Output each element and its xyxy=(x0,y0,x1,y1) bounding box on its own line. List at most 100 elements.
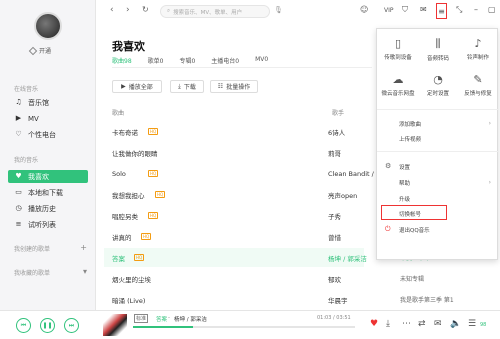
group-collected-playlists: 我收藏的歌单 xyxy=(14,270,51,277)
menu-grid-label: 音频转码 xyxy=(426,56,449,62)
song-artist[interactable]: 6诗人 xyxy=(328,127,345,137)
menu-timer[interactable]: ◔ 定时设置 xyxy=(421,73,455,97)
sidebar-item-label: 本地和下载 xyxy=(28,188,63,197)
minimize-icon[interactable]: – xyxy=(474,5,478,14)
song-artist[interactable]: 华晨宇 xyxy=(328,295,348,305)
progress-bar[interactable] xyxy=(133,326,355,328)
microphone-icon[interactable]: 🎙 xyxy=(274,6,283,14)
sidebar-item-mv[interactable]: ▶ MV xyxy=(8,112,88,125)
back-icon[interactable]: ‹ xyxy=(110,5,114,15)
column-artist[interactable]: 歌手 xyxy=(332,108,344,117)
sidebar-item-radio[interactable]: ♡ 个性电台 xyxy=(8,128,88,141)
song-album[interactable]: 未知专辑 xyxy=(400,274,424,283)
now-playing-artist[interactable]: 杨坤 / 郭采洁 xyxy=(174,315,207,323)
table-row[interactable]: 我想我担心 HQ 亮声open xyxy=(104,185,364,204)
sidebar-item-local-download[interactable]: ▭ 本地和下载 xyxy=(8,186,88,199)
table-row[interactable]: 唱腔另类 HQ 子秀 xyxy=(104,206,364,225)
play-all-button[interactable]: ▶ 播放全部 xyxy=(112,80,162,93)
main-menu-icon[interactable]: ≡ xyxy=(436,3,447,19)
phone-icon: ▯ xyxy=(394,37,402,50)
pause-button[interactable]: ❚❚ xyxy=(40,318,55,333)
menu-upgrade[interactable]: 升级 xyxy=(399,195,410,203)
qq-music-window: 开通 在线音乐 ♫ 音乐馆 ▶ MV ♡ 个性电台 我的音乐 ♥ 我喜欢 ▭ 本… xyxy=(0,0,500,339)
song-artist[interactable]: 莉哥 xyxy=(328,148,341,158)
refresh-icon[interactable]: ↻ xyxy=(142,5,149,14)
group-created-playlists: 我创建的歌单 xyxy=(14,246,51,253)
song-artist[interactable]: 杨坤 / 郭采洁 xyxy=(328,253,367,263)
expand-icon[interactable]: ▾ xyxy=(83,267,87,276)
menu-settings[interactable]: 设置 xyxy=(399,163,410,171)
menu-switch-account[interactable]: 切换帐号 xyxy=(399,210,421,218)
volume-icon[interactable]: 🔈 xyxy=(450,319,461,329)
mini-mode-icon[interactable]: ⤡ xyxy=(456,5,462,15)
hq-badge: HQ xyxy=(148,128,159,135)
column-song[interactable]: 歌曲 xyxy=(112,108,124,117)
power-icon: ⏻ xyxy=(385,225,391,233)
shirt-icon[interactable]: ⛉ xyxy=(402,5,408,15)
menu-upload-video[interactable]: 上传视频 xyxy=(399,135,421,143)
sidebar-item-history[interactable]: ◷ 播放历史 xyxy=(8,202,88,215)
add-playlist-icon[interactable]: + xyxy=(80,243,87,252)
download-button[interactable]: ⤓ 下载 xyxy=(170,80,204,93)
menu-transfer-device[interactable]: ▯ 传歌到设备 xyxy=(381,37,415,61)
quality-tag[interactable]: 标准 xyxy=(134,314,149,323)
sidebar-item-trial-list[interactable]: ≡ 试听列表 xyxy=(8,218,88,231)
batch-button[interactable]: ☷ 批量操作 xyxy=(210,80,258,93)
sidebar: 开通 在线音乐 ♫ 音乐馆 ▶ MV ♡ 个性电台 我的音乐 ♥ 我喜欢 ▭ 本… xyxy=(0,0,96,310)
playlist-count: 98 xyxy=(480,322,487,328)
song-title: 我想我担心 xyxy=(112,191,145,200)
menu-help[interactable]: 帮助 xyxy=(399,179,410,187)
table-row[interactable]: 烟火里的尘埃 郁欢 未知专辑 xyxy=(104,269,424,288)
menu-feedback[interactable]: ✎ 反馈与修复 xyxy=(461,73,495,97)
loop-icon[interactable]: ⇄ xyxy=(418,319,426,329)
computer-icon: ▭ xyxy=(15,188,22,196)
vip-open-link[interactable]: 开通 xyxy=(28,46,51,55)
playlist-icon[interactable]: ☰ xyxy=(468,319,476,329)
forward-icon[interactable]: › xyxy=(126,5,130,15)
cloud-icon: ☁ xyxy=(392,73,404,86)
clock-icon: ◔ xyxy=(433,73,443,86)
mail-icon[interactable]: ✉ xyxy=(420,5,427,14)
next-button[interactable]: ⏭ xyxy=(64,318,79,333)
menu-add-song[interactable]: 添加歌曲 xyxy=(399,120,421,128)
previous-button[interactable]: ⏮ xyxy=(16,318,31,333)
song-artist[interactable]: 亮声open xyxy=(328,190,357,200)
song-artist[interactable]: 子秀 xyxy=(328,211,341,221)
song-title: 答案 xyxy=(112,254,125,263)
search-input[interactable]: ⌕ 搜索音乐、MV、歌单、用户 xyxy=(160,5,270,18)
vip-link[interactable]: VIP xyxy=(384,7,394,14)
avatar[interactable] xyxy=(34,12,62,40)
now-playing-song[interactable]: 答案 xyxy=(156,315,167,323)
menu-ringtone[interactable]: ♪ 铃声制作 xyxy=(461,37,495,61)
sidebar-item-favorites[interactable]: ♥ 我喜欢 xyxy=(8,170,88,183)
table-row[interactable]: 卡布奇诺 HQ 6诗人 xyxy=(104,122,364,141)
music-hall-icon: ♫ xyxy=(15,98,22,106)
table-row[interactable]: Solo HQ Clean Bandit / Dem xyxy=(104,164,391,183)
menu-grid-label: 反馈与修复 xyxy=(464,91,492,97)
menu-divider xyxy=(377,109,499,110)
sidebar-item-label: 音乐馆 xyxy=(28,98,49,107)
song-artist[interactable]: 郁欢 xyxy=(328,274,341,284)
heart-icon[interactable]: ♥ xyxy=(370,319,378,329)
play-all-label: 播放全部 xyxy=(128,84,153,91)
table-row[interactable]: 答案HQ杨坤 / 郭采洁牛皮二十年 xyxy=(104,248,430,267)
download-icon[interactable]: ⤓ xyxy=(386,319,390,329)
skin-icon[interactable]: ☺ xyxy=(360,5,368,14)
maximize-icon[interactable]: ▢ xyxy=(488,5,496,14)
sidebar-item-label: 个性电台 xyxy=(28,130,56,139)
more-icon[interactable]: ⋯ xyxy=(402,319,411,329)
table-row[interactable]: 讲真的HQ曾惜讲真的 xyxy=(104,227,418,246)
table-row[interactable]: 暗涌 (Live) 华晨宇 我是歌手第三季 第1 xyxy=(104,290,454,309)
menu-exit[interactable]: 退出QQ音乐 xyxy=(399,226,430,234)
menu-audio-transcode[interactable]: ⫼ 音频转码 xyxy=(421,37,455,62)
sidebar-item-music-hall[interactable]: ♫ 音乐馆 xyxy=(8,96,88,109)
song-album[interactable]: 我是歌手第三季 第1 xyxy=(400,295,454,304)
table-row[interactable]: 让我做你的眼睛 莉哥 xyxy=(104,143,364,162)
comment-icon[interactable]: ✉ xyxy=(434,319,442,329)
menu-cloud-disk[interactable]: ☁ 微云音乐网盘 xyxy=(381,73,415,97)
wrench-icon: ✎ xyxy=(473,73,483,86)
top-bar: ‹ › ↻ ⌕ 搜索音乐、MV、歌单、用户 🎙 ☺ VIP ⛉ ✉ ≡ ⤡ – … xyxy=(96,0,500,26)
album-cover[interactable] xyxy=(103,314,127,336)
gear-icon: ⚙ xyxy=(385,162,392,170)
song-artist[interactable]: 曾惜 xyxy=(328,232,341,242)
